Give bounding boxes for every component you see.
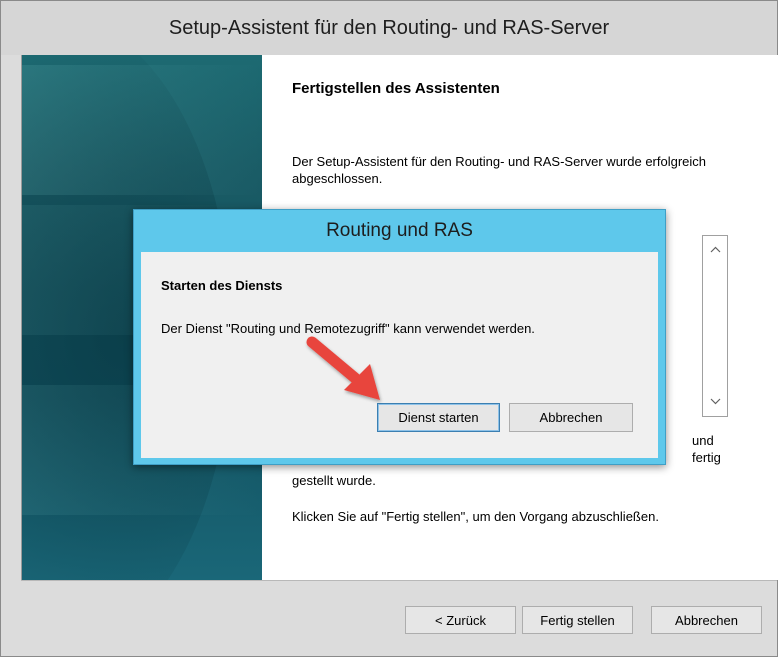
finish-button[interactable]: Fertig stellen bbox=[522, 606, 633, 634]
dialog-heading: Starten des Diensts bbox=[161, 278, 283, 293]
chevron-up-icon[interactable] bbox=[704, 239, 726, 259]
cancel-button[interactable]: Abbrechen bbox=[651, 606, 762, 634]
chevron-down-icon[interactable] bbox=[704, 391, 726, 411]
page-title: Fertigstellen des Assistenten bbox=[292, 80, 500, 97]
footer-divider bbox=[21, 580, 777, 581]
red-arrow-icon bbox=[306, 336, 380, 400]
obscured-text-fragment: fertig bbox=[692, 450, 721, 465]
dialog-cancel-button[interactable]: Abbrechen bbox=[509, 403, 633, 432]
window-title: Setup-Assistent für den Routing- und RAS… bbox=[168, 16, 610, 39]
summary-listbox-scrollbar[interactable] bbox=[702, 235, 728, 417]
routing-ras-dialog: Routing und RAS Starten des Diensts Der … bbox=[133, 209, 666, 465]
dialog-body: Starten des Diensts Der Dienst "Routing … bbox=[141, 252, 658, 458]
instruction-text: Klicken Sie auf "Fertig stellen", um den… bbox=[292, 509, 659, 524]
start-service-button[interactable]: Dienst starten bbox=[377, 403, 500, 432]
obscured-text-fragment: und bbox=[692, 433, 714, 448]
status-text: gestellt wurde. bbox=[292, 473, 376, 488]
back-button[interactable]: < Zurück bbox=[405, 606, 516, 634]
title-bar[interactable]: Setup-Assistent für den Routing- und RAS… bbox=[1, 1, 777, 55]
intro-text: Der Setup-Assistent für den Routing- und… bbox=[292, 154, 707, 186]
dialog-title[interactable]: Routing und RAS bbox=[134, 210, 665, 252]
